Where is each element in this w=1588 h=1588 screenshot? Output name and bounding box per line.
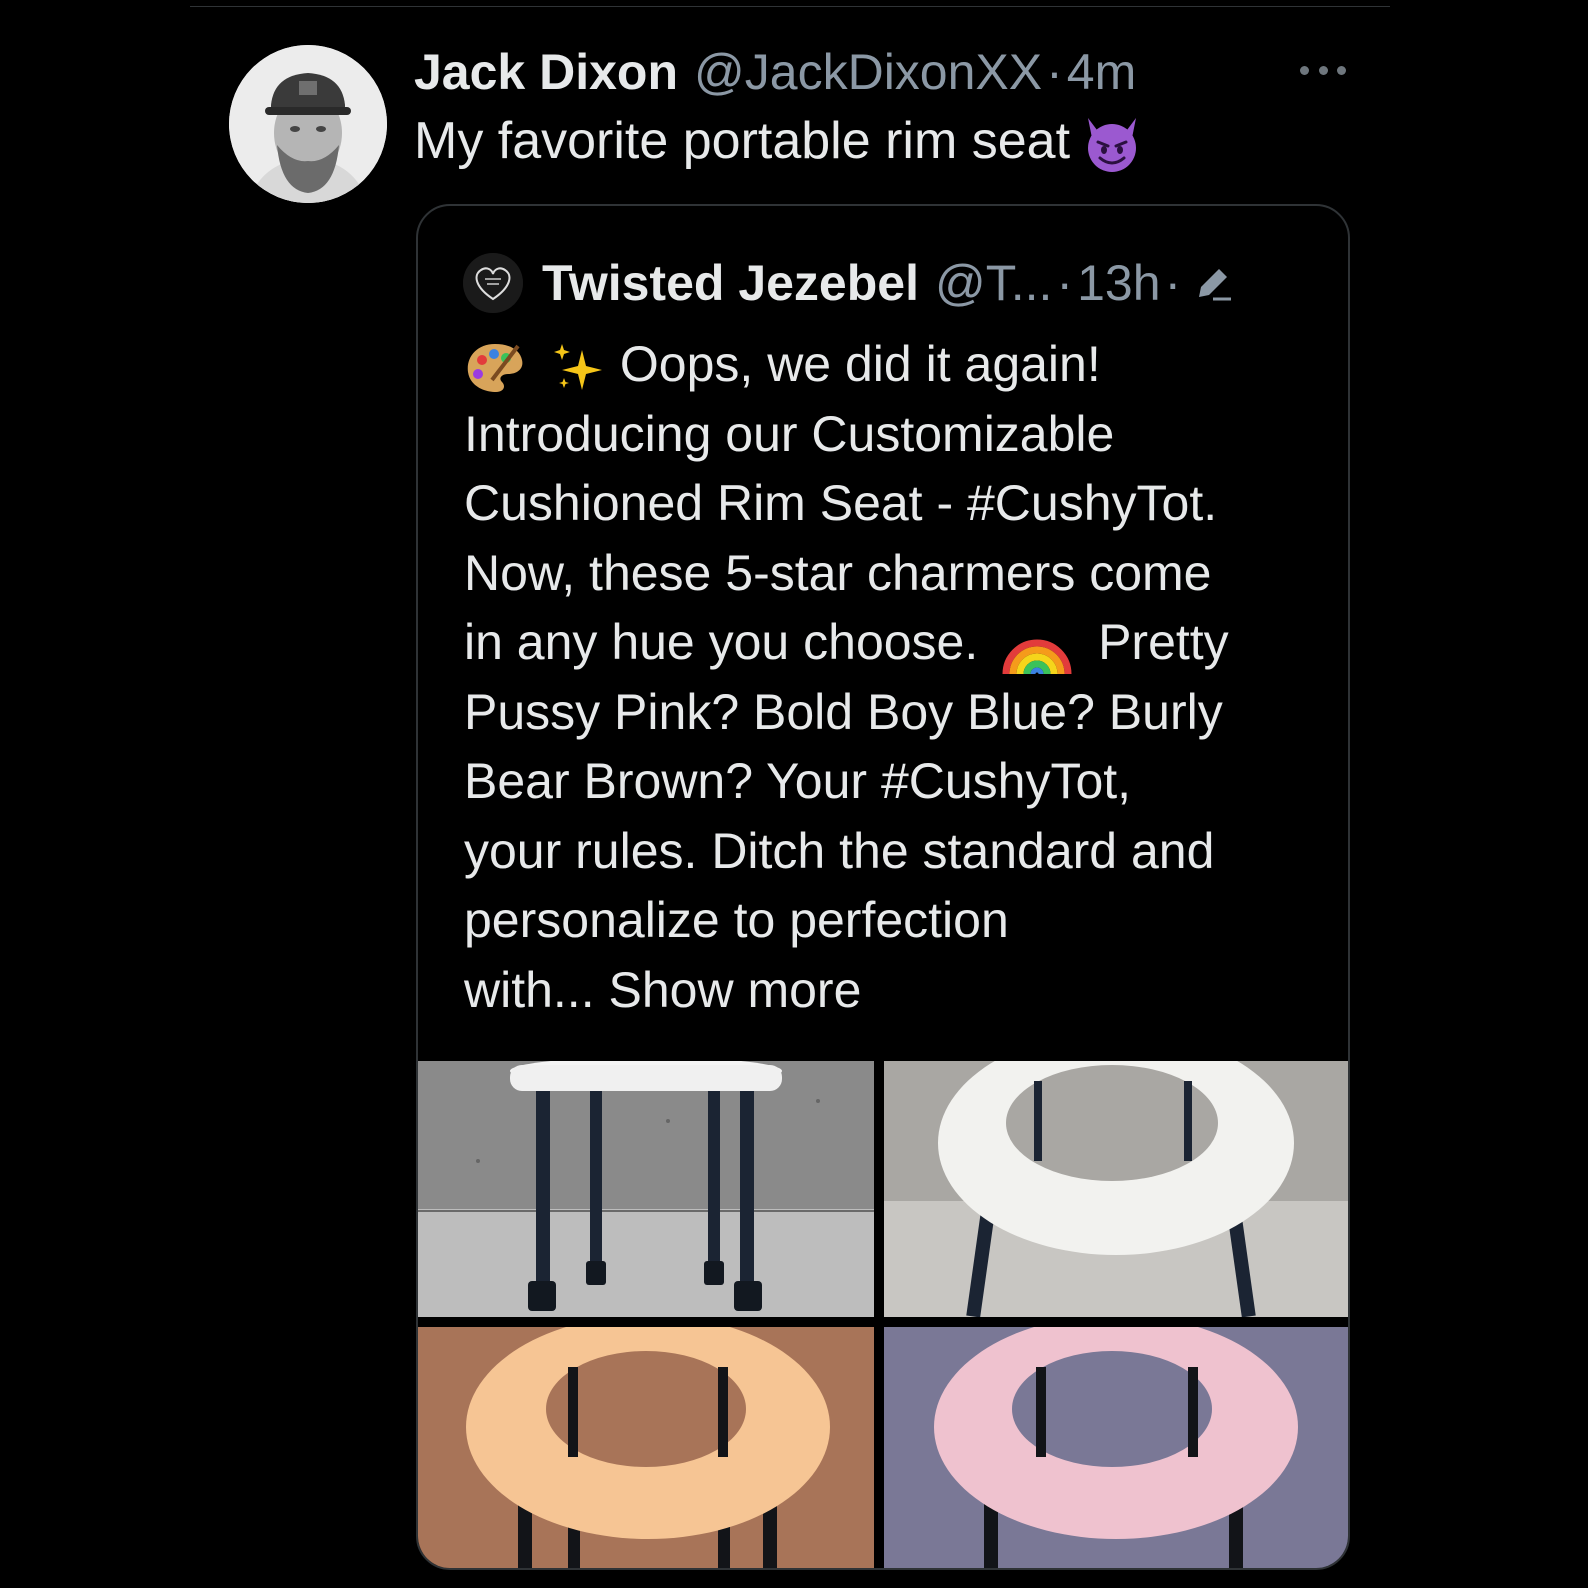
- quoted-author-avatar[interactable]: [463, 253, 523, 313]
- white-seat-side-view-image: [418, 1061, 874, 1317]
- show-more-link[interactable]: Show more: [609, 962, 862, 1018]
- white-seat-top-view-image: [884, 1061, 1348, 1317]
- quoted-text-line-4: Now, these 5-star charmers come: [464, 544, 1212, 601]
- artist-palette-icon: [467, 343, 523, 392]
- quoted-text-line-5b: Pretty: [1098, 614, 1229, 670]
- quoted-text-line-6: Pussy Pink? Bold Boy Blue? Burly: [464, 683, 1223, 740]
- quoted-header-separator-2: ·: [1164, 255, 1182, 311]
- quoted-author-name[interactable]: Twisted Jezebel: [542, 254, 919, 312]
- quoted-text-line-10: with...: [464, 961, 595, 1018]
- media-grid: [418, 1061, 1348, 1568]
- quoted-text-line-2: Introducing our Customizable: [464, 405, 1115, 462]
- pink-seat-image: [884, 1327, 1348, 1568]
- media-tile-pink[interactable]: [884, 1327, 1348, 1568]
- heart-logo-icon: [463, 253, 523, 313]
- sparkles-icon: [553, 343, 602, 390]
- quoted-text-line: Oops, we did it again!: [464, 330, 1324, 400]
- smiling-face-with-horns-icon: [1088, 118, 1137, 173]
- avatar-portrait-image: [229, 45, 387, 203]
- quoted-tweet-text: Oops, we did it again! Introducing our C…: [464, 330, 1324, 1025]
- quoted-timestamp[interactable]: 13h: [1077, 254, 1160, 312]
- quoted-header-separator: ·: [1056, 255, 1074, 311]
- author-name[interactable]: Jack Dixon: [414, 43, 678, 101]
- rainbow-icon: [1002, 639, 1072, 675]
- quoted-text-line-5a: in any hue you choose.: [464, 614, 979, 670]
- media-tile-peach[interactable]: [418, 1327, 874, 1568]
- quoted-text-line: with... Show more: [464, 956, 1324, 1026]
- quoted-text-line-7: Bear Brown? Your #CushyTot,: [464, 753, 1132, 809]
- author-avatar[interactable]: [229, 45, 387, 203]
- media-tile-white-side[interactable]: [418, 1061, 874, 1317]
- edited-pencil-icon[interactable]: [1191, 261, 1235, 305]
- author-handle[interactable]: @JackDixonXX: [694, 43, 1042, 101]
- quoted-text-line-9: personalize to perfection: [464, 892, 1009, 948]
- tweet-text: My favorite portable rim seat: [414, 108, 1144, 176]
- media-tile-white-top[interactable]: [884, 1061, 1348, 1317]
- quoted-text-line-1: Oops, we did it again!: [619, 336, 1101, 392]
- quoted-tweet-card[interactable]: Twisted Jezebel @T... · 13h · Oops, we d: [416, 204, 1350, 1570]
- peach-seat-image: [418, 1327, 874, 1568]
- top-divider: [190, 6, 1390, 7]
- tweet-timestamp[interactable]: 4m: [1067, 43, 1136, 101]
- quoted-text-line-8: your rules. Ditch the standard and: [464, 822, 1215, 879]
- tweet-header: Jack Dixon @JackDixonXX · 4m: [414, 42, 1136, 102]
- header-separator: ·: [1046, 44, 1063, 100]
- quoted-author-handle[interactable]: @T...: [935, 254, 1052, 312]
- more-options-icon[interactable]: [1300, 58, 1346, 82]
- quoted-tweet-header: Twisted Jezebel @T... · 13h ·: [542, 250, 1235, 316]
- quoted-text-line-3: Cushioned Rim Seat - #CushyTot.: [464, 475, 1218, 531]
- tweet-text-content: My favorite portable rim seat: [414, 112, 1071, 170]
- quoted-text-line: in any hue you choose. Pretty: [464, 608, 1324, 678]
